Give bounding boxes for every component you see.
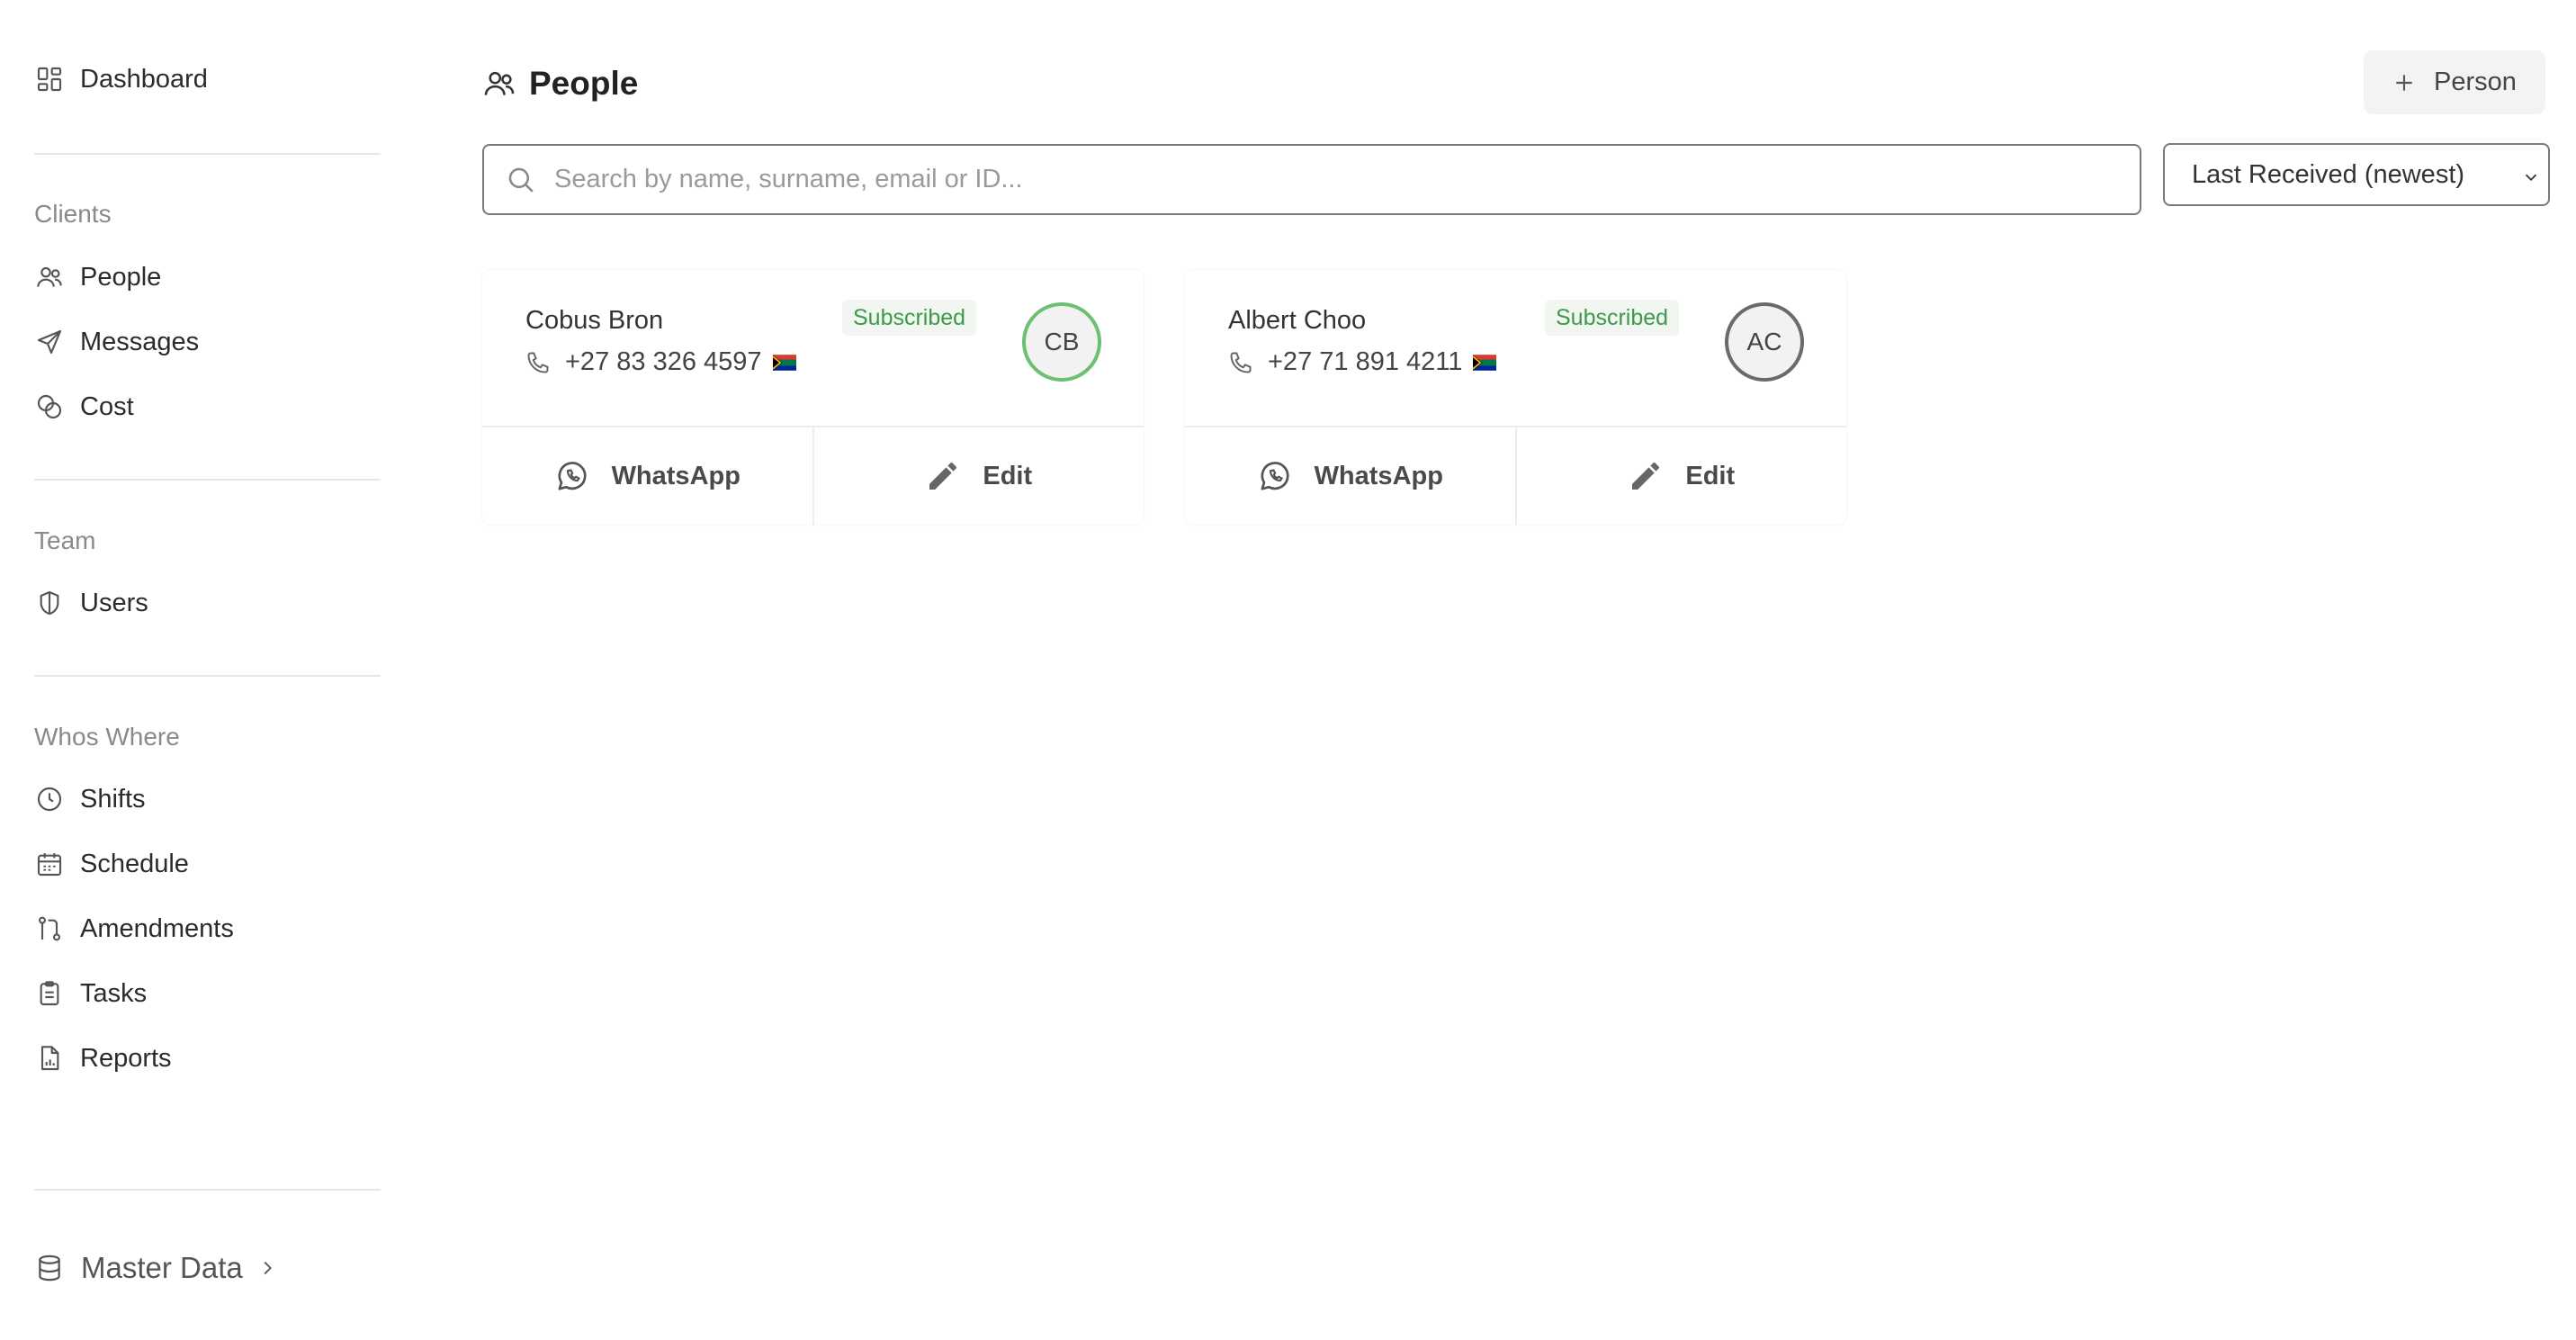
whatsapp-button[interactable]: WhatsApp [482,427,812,525]
page-title: People [529,65,639,102]
whatsapp-button[interactable]: WhatsApp [1185,427,1515,525]
avatar: AC [1725,302,1804,382]
person-name: Albert Choo [1228,306,1367,335]
sidebar-item-master-data[interactable]: Master Data [34,1243,277,1293]
person-card: Albert Choo Subscribed AC +27 71 891 421… [1185,270,1846,525]
pencil-icon [925,457,963,495]
git-pull-request-icon [34,913,65,944]
sidebar-item-amendments[interactable]: Amendments [34,905,234,952]
send-icon [34,327,65,357]
plus-icon [2392,71,2416,94]
edit-label: Edit [1685,461,1736,490]
sidebar-item-label: Tasks [80,978,148,1008]
sidebar-item-reports[interactable]: Reports [34,1035,172,1082]
sidebar-item-label: Shifts [80,784,146,814]
phone-number: +27 71 891 4211 [1268,347,1463,376]
sidebar-divider [34,1189,381,1191]
south-africa-flag-icon [1473,354,1497,371]
sidebar-item-label: Messages [80,327,200,356]
sidebar-item-users[interactable]: Users [34,580,148,626]
sidebar-item-label: Reports [80,1043,172,1073]
pencil-icon [1628,457,1665,495]
person-card: Cobus Bron Subscribed CB +27 83 326 4597… [482,270,1144,525]
person-phone: +27 83 326 4597 [525,347,796,377]
sidebar-item-label: Cost [80,391,134,421]
clock-icon [34,784,65,814]
sidebar-item-schedule[interactable]: Schedule [34,841,189,887]
person-phone: +27 71 891 4211 [1228,347,1497,377]
sidebar-item-label: Users [80,588,148,617]
whatsapp-icon [1257,457,1295,495]
add-person-label: Person [2434,67,2517,96]
sidebar-divider [34,675,381,677]
avatar: CB [1022,302,1101,382]
calendar-icon [34,849,65,879]
section-label-team: Team [34,526,96,554]
sidebar-divider [34,153,381,155]
edit-button[interactable]: Edit [812,427,1144,525]
sidebar: Dashboard Clients People Messages Cost T… [0,0,414,1340]
sidebar-item-label: People [80,262,162,292]
sidebar-item-label: Schedule [80,849,189,878]
search-icon [506,164,538,196]
sidebar-item-messages[interactable]: Messages [34,319,199,365]
whatsapp-label: WhatsApp [1314,461,1443,490]
page-header: People [482,59,638,108]
shield-icon [34,588,65,618]
status-badge: Subscribed [1545,300,1680,336]
chevron-right-icon [257,1258,277,1278]
whatsapp-label: WhatsApp [611,461,740,490]
edit-button[interactable]: Edit [1514,427,1847,525]
sort-selected-value: Last Received (newest) [2192,159,2465,189]
file-chart-icon [34,1043,65,1074]
card-actions: WhatsApp Edit [1185,426,1846,525]
users-icon [482,66,518,102]
sort-select[interactable]: Last Received (newest) [2163,143,2550,206]
search-input[interactable] [552,164,2082,195]
section-label-clients: Clients [34,200,112,228]
sidebar-item-label: Amendments [80,913,234,943]
whatsapp-icon [554,457,592,495]
sidebar-item-people[interactable]: People [34,254,161,301]
sidebar-item-dashboard[interactable]: Dashboard [34,56,208,103]
sidebar-item-label: Dashboard [80,64,208,94]
add-person-button[interactable]: Person [2364,50,2545,114]
status-badge: Subscribed [842,300,977,336]
database-icon [34,1252,67,1284]
section-label-whos-where: Whos Where [34,723,180,751]
master-data-label: Master Data [81,1251,243,1284]
phone-icon [1228,349,1255,376]
person-name: Cobus Bron [525,306,664,335]
coins-icon [34,391,65,422]
edit-label: Edit [983,461,1033,490]
south-africa-flag-icon [772,354,796,371]
sidebar-item-cost[interactable]: Cost [34,383,134,430]
users-icon [34,262,65,292]
clipboard-icon [34,978,65,1009]
sidebar-item-shifts[interactable]: Shifts [34,776,146,823]
sidebar-item-tasks[interactable]: Tasks [34,970,147,1017]
phone-icon [525,349,552,376]
search-box [482,144,2141,215]
card-actions: WhatsApp Edit [482,426,1144,525]
sidebar-divider [34,479,381,481]
chevron-down-icon [2521,165,2541,184]
phone-number: +27 83 326 4597 [565,347,762,376]
grid-icon [34,64,65,94]
